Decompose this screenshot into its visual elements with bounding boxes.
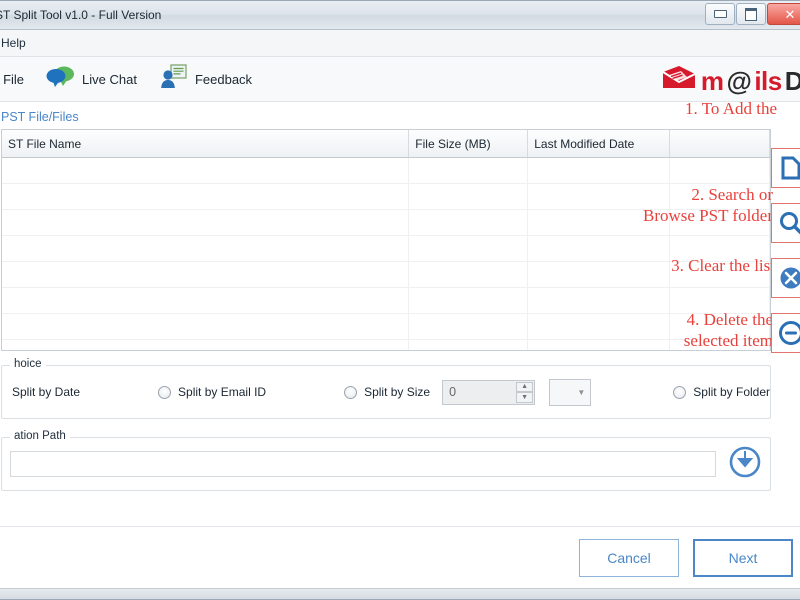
- table-row[interactable]: [2, 287, 770, 314]
- radio-indicator-size[interactable]: [344, 385, 358, 399]
- logo-text-ils: ils: [754, 66, 782, 96]
- toolbar-item-add-file[interactable]: dd File: [0, 62, 32, 97]
- envelope-icon: [660, 63, 698, 100]
- pst-file-grid[interactable]: ST File Name File Size (MB) Last Modifie…: [1, 129, 771, 351]
- table-row[interactable]: [2, 157, 770, 184]
- toolbar-item-feedback[interactable]: Feedback: [151, 61, 260, 97]
- toolbar-item-live-chat[interactable]: Live Chat: [38, 62, 145, 97]
- split-choice-legend: hoice: [10, 358, 46, 370]
- radio-label-split-by-email-id: Split by Email ID: [178, 385, 267, 399]
- table-row[interactable]: [2, 183, 770, 210]
- radio-split-by-size[interactable]: Split by Size: [344, 385, 430, 399]
- add-file-blue-icon: [777, 154, 800, 182]
- table-header-row: ST File Name File Size (MB) Last Modifie…: [2, 130, 770, 158]
- radio-label-split-by-size: Split by Size: [364, 385, 431, 399]
- application-window: Daddy PST Split Tool v1.0 - Full Version…: [0, 0, 800, 600]
- minimize-button[interactable]: [705, 3, 735, 25]
- destination-path-input[interactable]: [10, 451, 716, 477]
- delete-item-button[interactable]: [771, 313, 800, 353]
- footer-actions: Cancel Next: [0, 526, 800, 588]
- table-row[interactable]: [2, 339, 770, 350]
- next-button[interactable]: Next: [693, 538, 793, 577]
- destination-path-row: [2, 438, 770, 490]
- cancel-button[interactable]: Cancel: [579, 538, 679, 577]
- add-file-button[interactable]: [771, 148, 800, 188]
- browse-folder-icon[interactable]: [728, 445, 762, 484]
- pst-files-label: PST File/Files: [1, 110, 79, 124]
- table-row[interactable]: [2, 235, 770, 262]
- status-bar: [0, 588, 800, 599]
- title-bar: Daddy PST Split Tool v1.0 - Full Version…: [0, 1, 800, 30]
- column-header-file-size[interactable]: File Size (MB): [408, 130, 529, 158]
- split-choice-row: Split by Date Split by Email ID Split by…: [2, 366, 770, 418]
- main-content: PST File/Files ST File Name File Size (M…: [0, 99, 800, 526]
- logo-text-m: m: [700, 66, 724, 96]
- split-size-value[interactable]: 0: [443, 385, 456, 399]
- maximize-button[interactable]: [736, 3, 766, 25]
- split-choice-group: hoice Split by Date Split by Email ID Sp…: [1, 358, 771, 419]
- toolbar: dd File Live Chat: [0, 57, 800, 102]
- mailsdaddy-logo: m @ ils Da: [660, 63, 800, 100]
- toolbar-label-add-file: dd File: [0, 71, 25, 87]
- destination-path-group: ation Path: [1, 430, 771, 491]
- radio-indicator-email-id[interactable]: [158, 385, 172, 399]
- table-row[interactable]: [2, 261, 770, 288]
- menu-bar: Help: [0, 30, 800, 57]
- live-chat-icon: [46, 64, 76, 95]
- pst-file-table: ST File Name File Size (MB) Last Modifie…: [2, 130, 770, 350]
- table-row[interactable]: [2, 313, 770, 340]
- table-row[interactable]: [2, 209, 770, 236]
- table-body: [2, 157, 770, 350]
- logo-text-da: Da: [784, 66, 800, 96]
- window-title: Daddy PST Split Tool v1.0 - Full Version: [0, 8, 162, 22]
- minimize-icon: [713, 10, 727, 18]
- toolbar-label-live-chat: Live Chat: [82, 71, 137, 87]
- search-browse-button[interactable]: [771, 203, 800, 243]
- column-header-last-modified[interactable]: Last Modified Date: [527, 130, 671, 158]
- radio-label-split-by-date: Split by Date: [12, 385, 81, 399]
- clear-blue-icon: [777, 264, 800, 292]
- maximize-icon: [745, 7, 757, 21]
- logo-text-at: @: [726, 66, 752, 96]
- toolbar-label-feedback: Feedback: [194, 71, 253, 87]
- feedback-icon: [159, 63, 189, 95]
- radio-split-by-folder[interactable]: Split by Folder: [673, 385, 770, 399]
- radio-split-by-email-id[interactable]: Split by Email ID: [158, 385, 266, 399]
- search-blue-icon: [777, 209, 800, 237]
- stepper-arrows: ▲ ▼: [516, 381, 534, 403]
- delete-blue-icon: [777, 319, 800, 347]
- radio-split-by-date[interactable]: Split by Date: [12, 385, 80, 399]
- split-size-stepper[interactable]: 0 ▲ ▼: [442, 379, 536, 405]
- close-icon: ✕: [784, 6, 796, 22]
- column-header-file-name[interactable]: ST File Name: [2, 130, 410, 158]
- menu-item-help[interactable]: Help: [0, 33, 36, 53]
- stepper-up-icon[interactable]: ▲: [516, 381, 534, 392]
- split-size-unit-select[interactable]: ▼: [549, 378, 592, 406]
- grid-action-buttons: [771, 148, 800, 353]
- radio-label-split-by-folder: Split by Folder: [693, 385, 770, 399]
- close-button[interactable]: ✕: [767, 3, 800, 25]
- column-header-extra[interactable]: [669, 130, 770, 158]
- destination-path-legend: ation Path: [10, 430, 70, 442]
- chevron-down-icon[interactable]: ▼: [572, 388, 590, 397]
- clear-list-button[interactable]: [771, 258, 800, 298]
- radio-indicator-folder[interactable]: [673, 385, 687, 399]
- stepper-down-icon[interactable]: ▼: [516, 392, 534, 403]
- window-controls: ✕: [705, 3, 800, 25]
